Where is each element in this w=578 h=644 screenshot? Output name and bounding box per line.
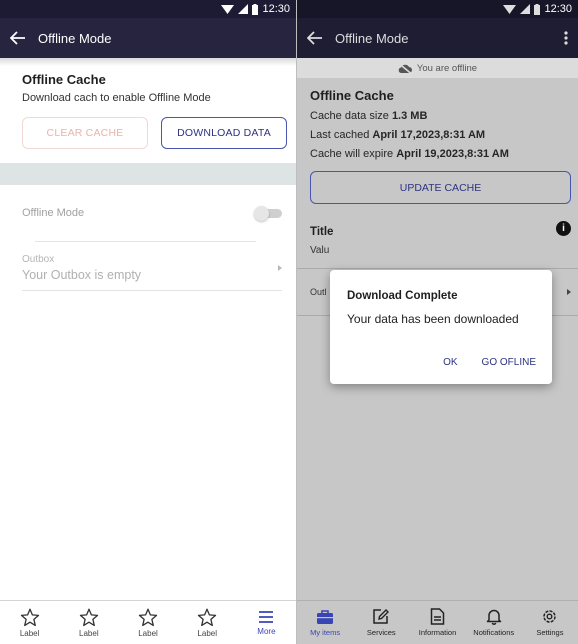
cache-expire-value: April 19,2023,8:31 AM <box>396 148 509 160</box>
app-bar: Offline Mode <box>297 18 578 58</box>
nav-label: More <box>257 627 276 636</box>
nav-label: Label <box>197 628 217 638</box>
bottom-nav: My items Services Information Notificati… <box>297 600 578 644</box>
nav-label: Notifications <box>473 628 515 637</box>
offline-mode-row: Offline Mode <box>0 185 296 241</box>
nav-label: Information <box>418 628 457 637</box>
header-shadow <box>0 58 296 66</box>
offline-cache-description: Download cach to enable Offline Mode <box>22 92 211 104</box>
offline-banner-text: You are offline <box>416 62 478 74</box>
last-cached-label: Last cached <box>310 129 373 141</box>
more-vert-icon[interactable] <box>564 31 568 45</box>
go-offline-button[interactable]: GO OFLINE <box>482 357 536 368</box>
offline-cache-title: Offline Cache <box>310 88 394 103</box>
nav-label: Settings <box>536 628 564 637</box>
wifi-icon <box>503 5 517 14</box>
offline-cache-title: Offline Cache <box>22 72 106 87</box>
nav-item-label-1[interactable]: Label <box>0 601 59 644</box>
signal-icon <box>520 4 531 14</box>
nav-item-services[interactable]: Services <box>353 601 409 644</box>
signal-icon <box>238 4 249 14</box>
nav-item-notifications[interactable]: Notifications <box>466 601 522 644</box>
ok-button[interactable]: OK <box>443 357 457 368</box>
status-time: 12:30 <box>262 3 290 15</box>
bottom-nav: Label Label Label Label More <box>0 600 296 644</box>
dialog-message: Your data has been downloaded <box>347 312 519 326</box>
nav-item-settings[interactable]: Settings <box>522 601 578 644</box>
briefcase-icon <box>317 609 334 624</box>
cache-button-row: CLEAR CACHE DOWNLOAD DATA <box>0 104 296 149</box>
wifi-icon <box>221 5 235 14</box>
divider <box>22 290 282 291</box>
nav-item-label-4[interactable]: Label <box>178 601 237 644</box>
outbox-value: Your Outbox is empty <box>22 268 142 282</box>
cache-expire-line: Cache will expire April 19,2023,8:31 AM <box>310 148 578 160</box>
nav-label: Label <box>19 628 40 638</box>
download-complete-dialog: Download Complete Your data has been dow… <box>330 270 552 384</box>
nav-item-label-3[interactable]: Label <box>118 601 177 644</box>
status-time: 12:30 <box>544 3 572 15</box>
cache-size-label: Cache data size <box>310 110 392 122</box>
nav-item-label-2[interactable]: Label <box>59 601 118 644</box>
nav-item-more[interactable]: More <box>237 601 296 644</box>
dialog-actions: OK GO OFLINE <box>443 357 536 368</box>
outbox-label: Outbox <box>22 254 55 265</box>
star-outline-icon <box>79 608 98 626</box>
update-cache-button[interactable]: UPDATE CACHE <box>310 171 571 204</box>
dialog-title: Download Complete <box>347 290 458 302</box>
cache-size-line: Cache data size 1.3 MB <box>310 110 578 122</box>
last-cached-value: April 17,2023,8:31 AM <box>372 129 486 141</box>
download-data-button[interactable]: DOWNLOAD DATA <box>161 117 287 149</box>
chevron-right-icon <box>567 289 571 295</box>
back-arrow-icon[interactable] <box>10 31 26 45</box>
info-icon[interactable]: i <box>556 221 571 236</box>
star-outline-icon <box>198 608 217 626</box>
offline-banner: You are offline <box>297 58 578 78</box>
cloud-off-icon <box>398 62 412 74</box>
chevron-right-icon <box>278 265 282 271</box>
offline-mode-label: Offline Mode <box>22 207 85 219</box>
nav-item-information[interactable]: Information <box>409 601 465 644</box>
offline-mode-toggle[interactable] <box>254 206 282 221</box>
clear-cache-button[interactable]: CLEAR CACHE <box>22 117 148 149</box>
nav-label: Services <box>366 628 396 637</box>
value-label: Valu <box>310 245 330 256</box>
edit-icon <box>373 609 390 624</box>
page-title: Offline Mode <box>335 30 409 46</box>
screens: 12:30 Offline Mode Offline Cache Downloa… <box>0 0 578 644</box>
toggle-knob <box>254 206 269 221</box>
back-arrow-icon[interactable] <box>307 31 323 45</box>
section-separator <box>0 163 296 185</box>
star-outline-icon <box>20 608 39 626</box>
app-bar: Offline Mode <box>0 18 296 58</box>
right-screen: 12:30 Offline Mode You are offline Offli… <box>297 0 578 644</box>
page-title: Offline Mode <box>38 30 112 46</box>
battery-icon <box>252 3 259 15</box>
status-bar: 12:30 <box>297 0 578 18</box>
nav-item-my-items[interactable]: My items <box>297 601 353 644</box>
title-label: Title <box>310 226 334 238</box>
star-outline-icon <box>138 608 158 626</box>
last-cached-line: Last cached April 17,2023,8:31 AM <box>310 129 578 141</box>
nav-label: Label <box>79 628 99 638</box>
status-bar: 12:30 <box>0 0 296 18</box>
gear-icon <box>543 610 557 623</box>
outbox-label: Outl <box>310 287 327 297</box>
left-screen: 12:30 Offline Mode Offline Cache Downloa… <box>0 0 297 644</box>
nav-label: My items <box>310 627 341 637</box>
cache-expire-label: Cache will expire <box>310 148 397 160</box>
outbox-row[interactable]: Outbox Your Outbox is empty <box>0 242 296 290</box>
menu-icon <box>259 611 274 623</box>
document-icon <box>430 608 445 625</box>
outbox-text: Outbox Your Outbox is empty <box>22 254 141 282</box>
bell-icon <box>486 609 501 625</box>
nav-label: Label <box>138 628 158 638</box>
cache-size-value: 1.3 MB <box>391 110 428 122</box>
battery-icon <box>534 3 541 15</box>
divider <box>297 268 578 269</box>
